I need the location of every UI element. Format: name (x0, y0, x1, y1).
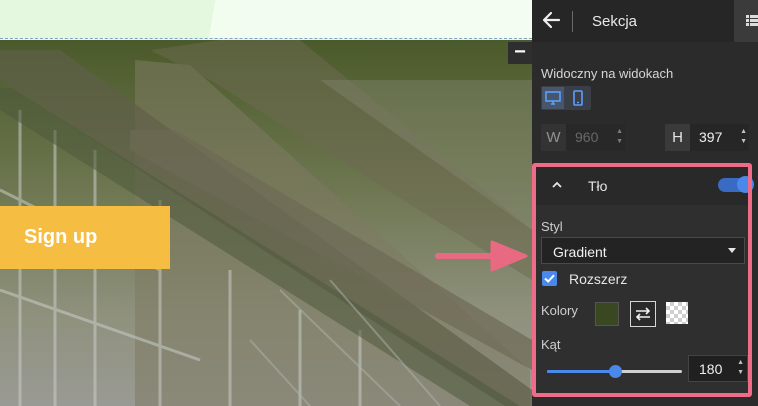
mobile-icon (573, 90, 583, 106)
height-stepper-icon[interactable]: ▲ ▼ (740, 127, 747, 147)
extend-label: Rozszerz (569, 271, 628, 287)
gradient-color-2-swatch[interactable] (666, 302, 688, 324)
properties-panel: Sekcja Widoczny na widokach W 960 ▲ ▼ H … (532, 0, 758, 406)
check-icon (544, 274, 555, 283)
view-visibility-toggle (541, 86, 591, 110)
grid-icon (746, 15, 758, 26)
desktop-icon (545, 91, 561, 105)
style-select-value: Gradient (553, 244, 607, 260)
angle-slider-thumb[interactable] (608, 365, 622, 378)
chevron-up-icon[interactable] (551, 180, 563, 190)
height-letter: H (665, 124, 690, 151)
angle-slider[interactable] (547, 365, 682, 378)
angle-stepper-icon[interactable]: ▲ ▼ (737, 358, 744, 378)
previous-section-strip (0, 0, 532, 38)
header-divider (572, 11, 573, 32)
arrow-left-icon (542, 11, 561, 29)
toggle-knob (737, 176, 754, 193)
layout-button[interactable] (734, 0, 758, 42)
desktop-view-button[interactable] (542, 87, 564, 109)
angle-value: 180 (699, 361, 723, 377)
width-field[interactable]: W 960 ▲ ▼ (541, 124, 625, 151)
extend-checkbox[interactable] (542, 271, 557, 286)
collapse-section-button[interactable]: − (508, 42, 532, 64)
page-canvas: − Sign up (0, 0, 532, 406)
background-enable-toggle[interactable] (718, 176, 754, 193)
colors-label: Kolory (541, 303, 578, 318)
caret-down-icon (728, 248, 736, 253)
height-value: 397 (699, 129, 723, 145)
height-field[interactable]: H 397 ▲ ▼ (665, 124, 749, 151)
style-label: Styl (541, 219, 563, 234)
panel-title: Sekcja (592, 13, 638, 30)
background-title: Tło (588, 178, 608, 194)
swap-colors-button[interactable] (630, 301, 656, 327)
angle-label: Kąt (541, 337, 561, 352)
panel-header: Sekcja (532, 0, 758, 42)
angle-input[interactable]: 180 ▲ ▼ (688, 355, 748, 382)
style-select[interactable]: Gradient (541, 237, 745, 264)
back-button[interactable] (541, 9, 563, 31)
width-value: 960 (575, 129, 599, 145)
section-boundary-line (0, 38, 532, 39)
width-letter: W (541, 124, 566, 151)
angle-slider-fill (547, 370, 615, 373)
width-stepper-icon[interactable]: ▲ ▼ (616, 127, 623, 147)
gradient-color-1-swatch[interactable] (595, 302, 619, 326)
visibility-label: Widoczny na widokach (541, 66, 674, 81)
signup-button[interactable]: Sign up (0, 206, 170, 269)
swap-arrows-icon (635, 307, 651, 321)
mobile-view-button[interactable] (567, 87, 589, 109)
